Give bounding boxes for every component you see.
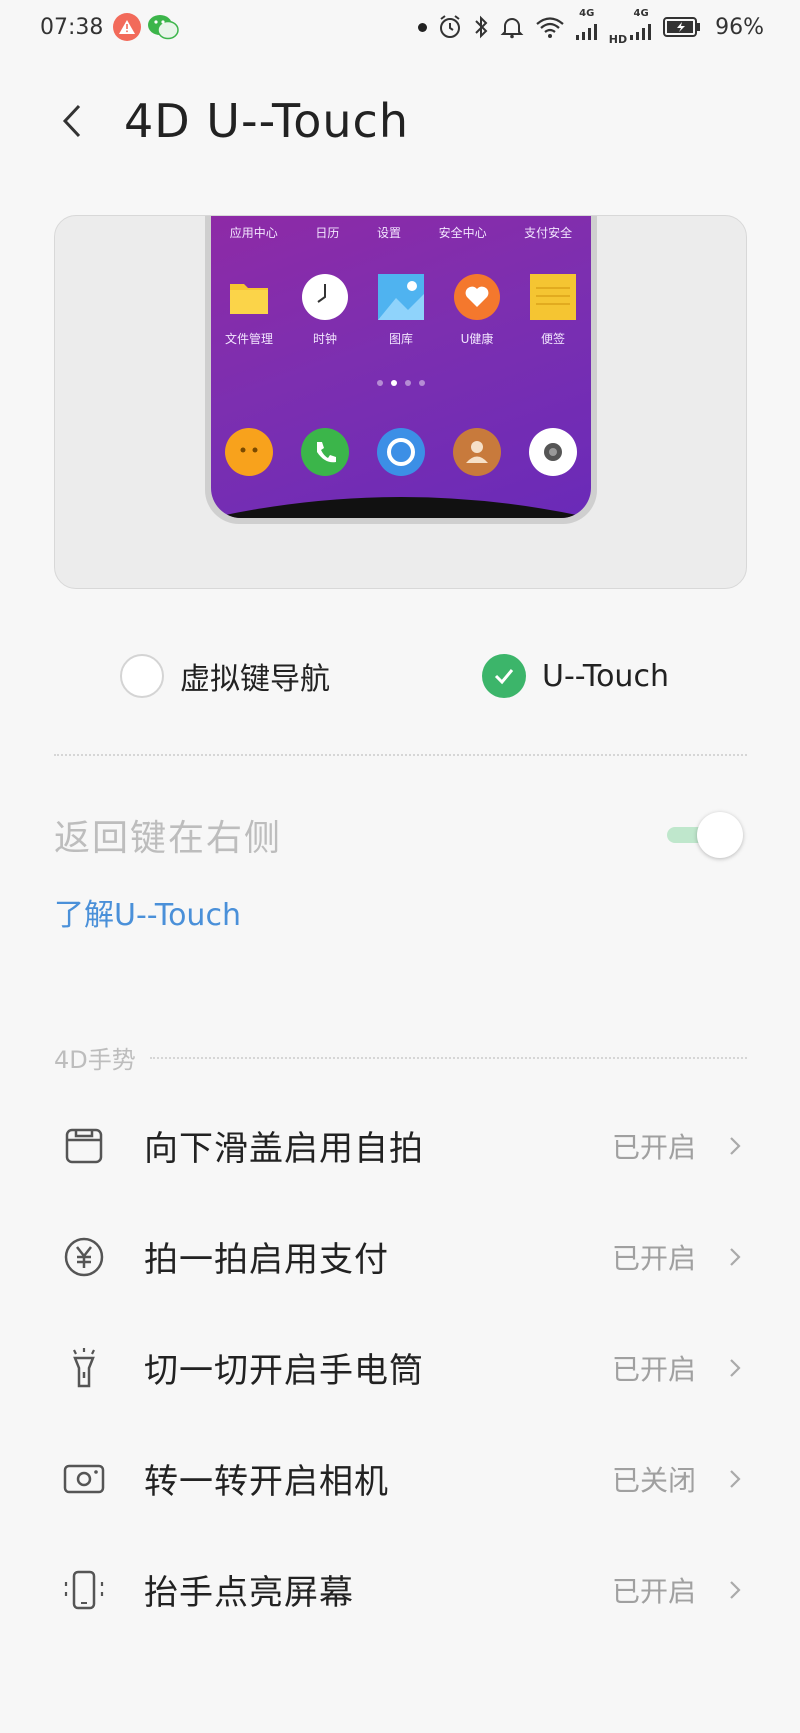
preview-label: 应用中心 — [229, 226, 278, 240]
gesture-name: 向下滑盖启用自拍 — [144, 1129, 424, 1169]
divider — [54, 754, 747, 756]
preview-app-label: 时钟 — [312, 332, 337, 346]
chevron-right-icon — [730, 1358, 741, 1377]
list-item-tap-pay[interactable]: 拍一拍启用支付 已开启 — [0, 1201, 800, 1312]
preview-app: 时钟 — [291, 274, 359, 347]
learn-utouch-link[interactable]: 了解U--Touch — [54, 890, 241, 934]
back-key-right-toggle[interactable] — [661, 810, 747, 860]
preview-app: U健康 — [443, 274, 511, 347]
signal-1-icon: 4G — [575, 9, 599, 45]
virtual-keys-option[interactable]: 虚拟键导航 — [120, 654, 330, 698]
list-item-chop-flashlight[interactable]: 切一切开启手电筒 已开启 — [0, 1312, 800, 1423]
gesture-name: 拍一拍启用支付 — [144, 1240, 389, 1280]
hd-label: HD — [608, 33, 628, 46]
toggle-knob — [697, 812, 743, 858]
status-time: 07:38 — [40, 14, 104, 40]
health-icon — [454, 274, 500, 320]
wechat-icon — [148, 15, 180, 40]
warning-icon — [113, 13, 142, 41]
bluetooth-icon — [475, 15, 488, 39]
wifi-icon — [536, 17, 564, 38]
preview-app: 便签 — [519, 274, 587, 347]
chevron-right-icon — [730, 1580, 741, 1599]
camera-icon — [529, 428, 577, 476]
notification-dot-icon — [417, 22, 427, 32]
gesture-list: 向下滑盖启用自拍 已开启 拍一拍启用支付 已开启 切一切开启手电筒 已开启 转一… — [0, 1090, 800, 1645]
back-arrow-icon[interactable] — [42, 91, 102, 151]
slide-cover-icon — [58, 1120, 110, 1172]
contacts-icon — [453, 428, 501, 476]
preview-app-label: 文件管理 — [224, 332, 273, 346]
chevron-right-icon — [730, 1469, 741, 1488]
bell-icon — [500, 18, 524, 39]
utouch-label: U--Touch — [542, 658, 669, 694]
yuan-icon — [58, 1231, 110, 1283]
divider — [149, 1056, 747, 1059]
preview-dock — [211, 428, 591, 476]
header: 4D U--Touch — [0, 76, 800, 166]
gallery-icon — [378, 274, 424, 320]
nav-mode-options: 虚拟键导航 U--Touch — [0, 640, 800, 712]
gestures-section-header: 4D手势 — [54, 1040, 747, 1075]
back-key-right-row[interactable]: 返回键在右侧 — [54, 800, 747, 870]
preview-app-label: 便签 — [540, 332, 565, 346]
list-item-raise-wake[interactable]: 抬手点亮屏幕 已开启 — [0, 1534, 800, 1645]
virtual-keys-label: 虚拟键导航 — [180, 662, 330, 697]
gesture-status: 已开启 — [611, 1574, 696, 1608]
battery-percent: 96% — [715, 14, 764, 40]
preview-app-label: 图库 — [388, 332, 413, 346]
camera-icon — [58, 1453, 110, 1505]
signal-2-icon: HD 4G — [609, 9, 653, 45]
gesture-name: 抬手点亮屏幕 — [144, 1573, 354, 1613]
gesture-bar-wave — [211, 497, 591, 518]
preview-label: 安全中心 — [438, 226, 487, 240]
gesture-status: 已开启 — [611, 1352, 696, 1386]
battery-icon — [663, 17, 701, 37]
gesture-status: 已开启 — [611, 1130, 696, 1164]
flashlight-icon — [58, 1342, 110, 1394]
page-indicator — [211, 380, 591, 386]
preview-app-label: U健康 — [460, 332, 494, 346]
network-type-1: 4G — [579, 8, 595, 19]
phone-icon — [301, 428, 349, 476]
network-type-2: 4G — [633, 8, 649, 19]
phone-mockup: 应用中心 日历 设置 安全中心 支付安全 文件管理 时钟 图库 U健康 便签 — [205, 216, 597, 524]
page-title: 4D U--Touch — [124, 94, 409, 148]
preview-apps: 文件管理 时钟 图库 U健康 便签 — [211, 274, 591, 347]
preview-label: 设置 — [376, 226, 401, 240]
gesture-name: 切一切开启手电筒 — [144, 1351, 424, 1391]
radio-checked-icon[interactable] — [482, 654, 526, 698]
alarm-icon — [439, 15, 460, 38]
gesture-status: 已开启 — [611, 1241, 696, 1275]
list-item-slide-cover-selfie[interactable]: 向下滑盖启用自拍 已开启 — [0, 1090, 800, 1201]
utouch-option[interactable]: U--Touch — [482, 654, 669, 698]
preview-label: 支付安全 — [524, 226, 573, 240]
preview-app: 图库 — [367, 274, 435, 347]
browser-icon — [377, 428, 425, 476]
list-item-twist-camera[interactable]: 转一转开启相机 已关闭 — [0, 1423, 800, 1534]
gesture-name: 转一转开启相机 — [144, 1462, 389, 1502]
phone-wake-icon — [58, 1564, 110, 1616]
back-key-right-label: 返回键在右侧 — [54, 818, 283, 859]
preview-app: 文件管理 — [215, 274, 283, 347]
preview-label: 日历 — [315, 226, 340, 240]
section-title: 4D手势 — [54, 1046, 136, 1074]
clock-icon — [302, 274, 348, 320]
chevron-right-icon — [730, 1247, 741, 1266]
folder-icon — [226, 274, 272, 320]
chevron-right-icon — [730, 1136, 741, 1155]
message-icon — [225, 428, 273, 476]
preview-top-labels: 应用中心 日历 设置 安全中心 支付安全 — [211, 224, 591, 241]
gesture-status: 已关闭 — [611, 1463, 696, 1497]
phone-screen: 应用中心 日历 设置 安全中心 支付安全 文件管理 时钟 图库 U健康 便签 — [211, 216, 591, 518]
status-bar: 07:38 4G HD 4G 96% — [0, 0, 800, 54]
radio-unchecked-icon[interactable] — [120, 654, 164, 698]
notes-icon — [530, 274, 576, 320]
utouch-preview-image: 应用中心 日历 设置 安全中心 支付安全 文件管理 时钟 图库 U健康 便签 — [54, 215, 747, 589]
